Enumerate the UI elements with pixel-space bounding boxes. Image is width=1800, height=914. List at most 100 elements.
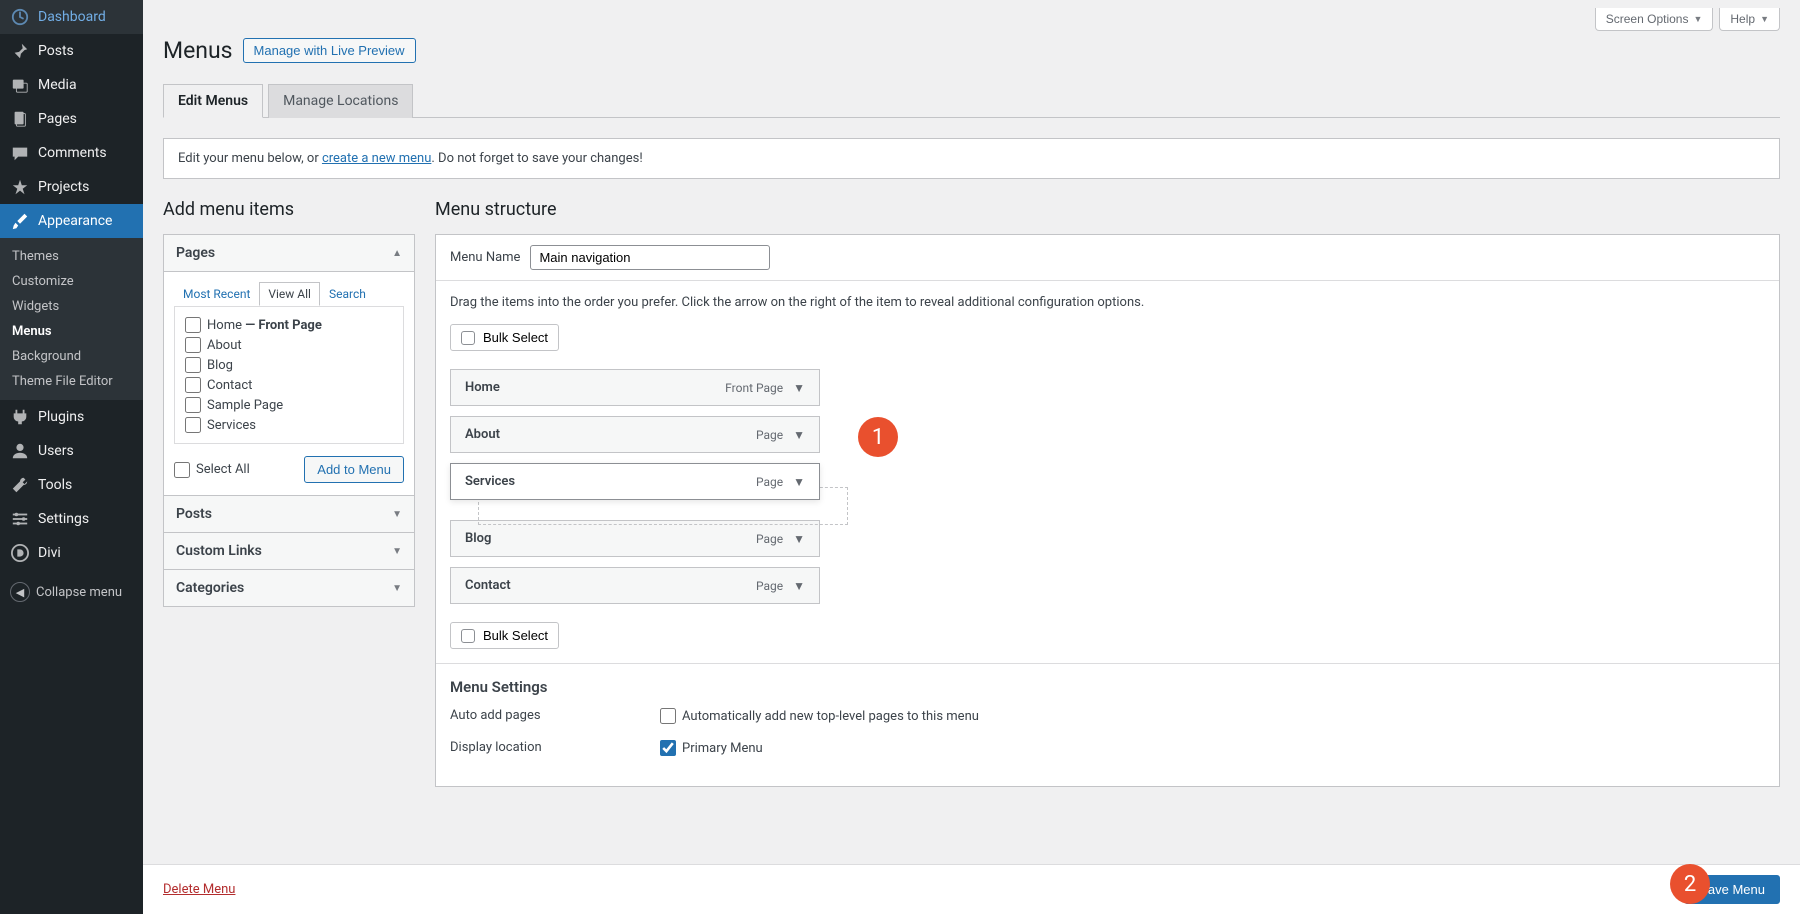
acc-categories-label: Categories [176,580,244,596]
tab-most-recent[interactable]: Most Recent [174,282,259,306]
menu-structure-column: Menu structure Menu Name Drag the items … [435,199,1780,787]
submenu-themes[interactable]: Themes [0,244,143,269]
submenu-menus[interactable]: Menus [0,319,143,344]
collapse-label: Collapse menu [36,585,122,600]
chevron-down-icon[interactable]: ▼ [793,532,805,546]
checkbox-sample[interactable] [185,397,201,413]
submenu-background[interactable]: Background [0,344,143,369]
menu-name-row: Menu Name [436,235,1779,281]
menu-item-blog[interactable]: Blog Page▼ [450,520,820,557]
sidebar-item-pages[interactable]: Pages [0,102,143,136]
checkbox-home[interactable] [185,317,201,333]
acc-custom-links-header[interactable]: Custom Links ▼ [164,533,414,570]
chevron-down-icon[interactable]: ▼ [793,475,805,489]
sidebar-item-projects[interactable]: Projects [0,170,143,204]
acc-custom-links-label: Custom Links [176,543,262,559]
add-to-menu-button[interactable]: Add to Menu [304,456,404,483]
submenu-customize[interactable]: Customize [0,269,143,294]
sidebar-item-dashboard[interactable]: Dashboard [0,0,143,34]
collapse-icon: ◀ [10,582,30,602]
checkbox-about[interactable] [185,337,201,353]
auto-add-option[interactable]: Automatically add new top-level pages to… [660,708,979,724]
checkbox-contact[interactable] [185,377,201,393]
delete-menu-link[interactable]: Delete Menu [163,882,235,897]
user-icon [10,441,30,461]
sidebar-item-plugins[interactable]: Plugins [0,400,143,434]
menu-item-services[interactable]: Services Page▼ [450,463,820,500]
notice-post: . Do not forget to save your changes! [431,151,642,166]
acc-categories-header[interactable]: Categories ▼ [164,570,414,606]
sidebar-item-comments[interactable]: Comments [0,136,143,170]
acc-posts-header[interactable]: Posts ▼ [164,496,414,533]
screen-options-label: Screen Options [1606,12,1689,26]
settings-icon [10,509,30,529]
add-items-title: Add menu items [163,199,415,220]
menu-name-label: Menu Name [450,250,520,265]
display-location-row: Display location Primary Menu [450,740,1765,762]
sidebar-label: Projects [38,179,89,195]
primary-menu-option[interactable]: Primary Menu [660,740,763,756]
checkbox-blog[interactable] [185,357,201,373]
sidebar-label: Dashboard [38,9,106,25]
auto-add-row: Auto add pages Automatically add new top… [450,708,1765,730]
select-all-label[interactable]: Select All [174,462,250,478]
checkbox-services[interactable] [185,417,201,433]
tab-edit-menus[interactable]: Edit Menus [163,84,263,118]
bulk-checkbox-icon [461,629,475,643]
menu-settings-title: Menu Settings [450,678,1765,696]
menu-name-input[interactable] [530,245,770,270]
bulk-select-top-button[interactable]: Bulk Select [450,324,559,351]
page-item-sample[interactable]: Sample Page [185,395,393,415]
select-all-checkbox[interactable] [174,462,190,478]
pages-tabs: Most Recent View All Search [164,272,414,306]
menu-items-list: Home Front Page▼ About Page▼ Services Pa… [450,369,1765,604]
pin-icon [10,41,30,61]
collapse-menu[interactable]: ◀ Collapse menu [0,574,143,610]
create-new-menu-link[interactable]: create a new menu [322,151,431,166]
sidebar-item-divi[interactable]: Divi [0,536,143,570]
sidebar-item-posts[interactable]: Posts [0,34,143,68]
wrench-icon [10,475,30,495]
acc-pages-label: Pages [176,245,215,261]
primary-menu-checkbox[interactable] [660,740,676,756]
sidebar-item-users[interactable]: Users [0,434,143,468]
sidebar-label: Users [38,443,74,459]
page-item-contact[interactable]: Contact [185,375,393,395]
page-item-blog[interactable]: Blog [185,355,393,375]
tab-view-all[interactable]: View All [259,282,320,306]
chevron-down-icon[interactable]: ▼ [793,381,805,395]
page-item-home[interactable]: Home — Front Page [185,315,393,335]
help-button[interactable]: Help ▼ [1719,8,1780,31]
menu-item-home[interactable]: Home Front Page▼ [450,369,820,406]
help-label: Help [1730,12,1755,26]
bulk-select-bottom-button[interactable]: Bulk Select [450,622,559,649]
appearance-submenu: Themes Customize Widgets Menus Backgroun… [0,238,143,400]
sidebar-label: Plugins [38,409,84,425]
sidebar-item-settings[interactable]: Settings [0,502,143,536]
chevron-down-icon[interactable]: ▼ [793,579,805,593]
drag-instructions: Drag the items into the order you prefer… [450,295,1765,310]
auto-add-checkbox[interactable] [660,708,676,724]
menu-item-about[interactable]: About Page▼ [450,416,820,453]
sidebar-item-tools[interactable]: Tools [0,468,143,502]
chevron-down-icon: ▼ [392,583,402,594]
menu-item-contact[interactable]: Contact Page▼ [450,567,820,604]
page-item-about[interactable]: About [185,335,393,355]
sidebar-label: Divi [38,545,61,561]
screen-options-button[interactable]: Screen Options ▼ [1595,8,1714,31]
structure-body: Drag the items into the order you prefer… [436,281,1779,663]
tab-search[interactable]: Search [320,282,375,306]
manage-live-preview-button[interactable]: Manage with Live Preview [243,38,416,63]
columns: Add menu items Pages ▲ Most Recent View … [163,199,1780,787]
submenu-widgets[interactable]: Widgets [0,294,143,319]
sidebar-label: Settings [38,511,89,527]
chevron-down-icon[interactable]: ▼ [793,428,805,442]
submenu-theme-file-editor[interactable]: Theme File Editor [0,369,143,394]
page-item-services[interactable]: Services [185,415,393,435]
acc-pages-header[interactable]: Pages ▲ [164,235,414,272]
sidebar-label: Posts [38,43,74,59]
sidebar-item-appearance[interactable]: Appearance [0,204,143,238]
display-location-label: Display location [450,740,660,755]
tab-manage-locations[interactable]: Manage Locations [268,84,413,118]
sidebar-item-media[interactable]: Media [0,68,143,102]
